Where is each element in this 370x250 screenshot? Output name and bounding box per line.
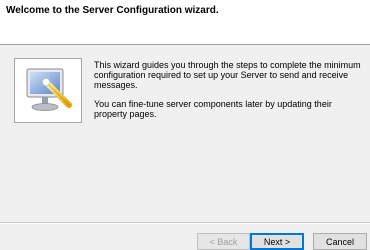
back-button[interactable]: < Back — [197, 233, 250, 250]
wizard-header: Welcome to the Server Configuration wiza… — [0, 0, 370, 45]
cancel-button[interactable]: Cancel — [313, 233, 367, 250]
next-button[interactable]: Next > — [250, 233, 304, 250]
wizard-title: Welcome to the Server Configuration wiza… — [6, 5, 219, 16]
server-wizard-icon — [14, 58, 82, 123]
wizard-note: You can fine-tune server components late… — [94, 99, 332, 119]
wizard-description: This wizard guides you through the steps… — [94, 60, 361, 90]
footer-divider — [0, 222, 370, 224]
